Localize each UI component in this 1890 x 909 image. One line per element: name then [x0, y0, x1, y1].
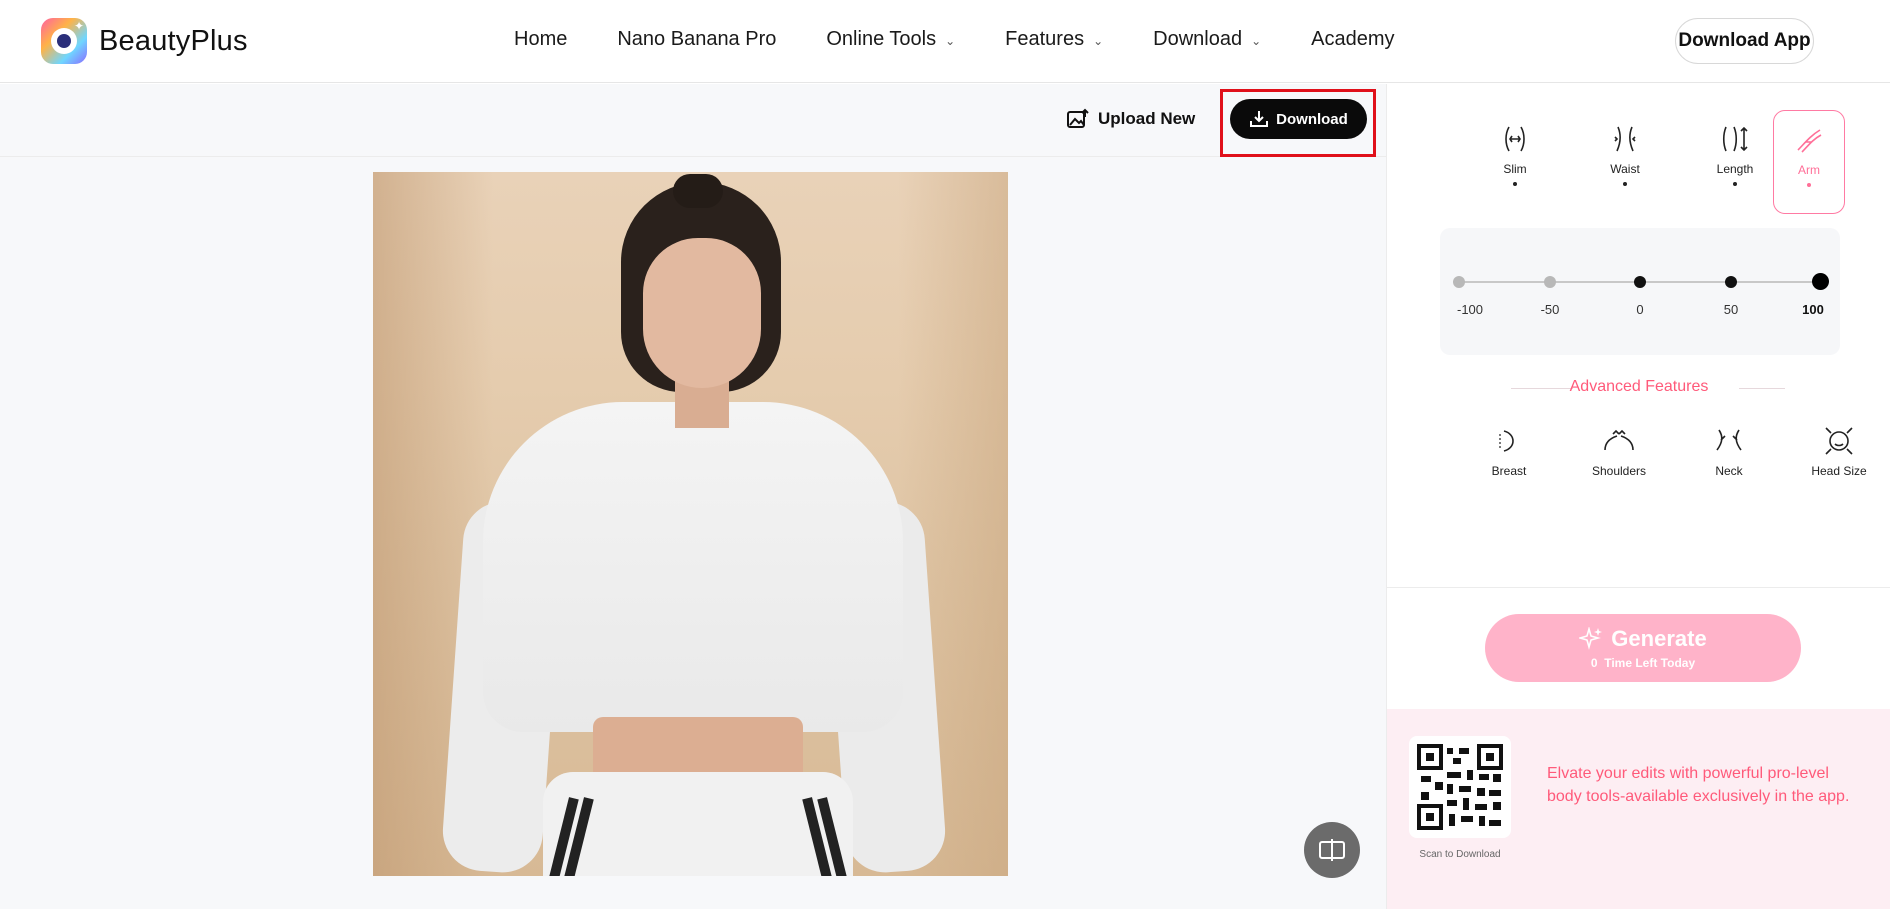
generate-remaining: 0 Time Left Today	[1590, 656, 1696, 670]
tool-length[interactable]: Length	[1699, 110, 1771, 214]
slider-handle[interactable]	[1812, 273, 1829, 290]
slider-stop[interactable]	[1544, 276, 1556, 288]
nav-academy[interactable]: Academy	[1311, 28, 1394, 51]
main-nav: Home Nano Banana Pro Online Tools ⌄ Featu…	[514, 28, 1445, 51]
upload-image-icon	[1067, 108, 1089, 128]
qr-code	[1409, 736, 1511, 838]
tool-arm[interactable]: Arm	[1773, 110, 1845, 214]
editor-toolbar: Upload New Download	[0, 84, 1386, 157]
shoulders-icon	[1604, 429, 1634, 451]
adv-shoulders[interactable]: Shoulders	[1569, 424, 1669, 478]
nav-download[interactable]: Download ⌄	[1153, 28, 1261, 51]
upload-new-button[interactable]: Upload New	[1066, 108, 1195, 130]
arm-icon	[1797, 129, 1822, 153]
slider-stop[interactable]	[1725, 276, 1737, 288]
editor-canvas-area: Upload New Download	[0, 84, 1386, 909]
slider-label: 100	[1802, 302, 1824, 317]
promo-text: Elvate your edits with powerful pro-leve…	[1547, 765, 1850, 805]
beautyplus-logo-icon: ✦	[41, 18, 87, 64]
download-app-button[interactable]: Download App	[1675, 18, 1814, 64]
download-button[interactable]: Download	[1230, 99, 1367, 139]
edited-photo	[373, 172, 1008, 876]
qr-caption: Scan to Download	[1419, 849, 1501, 860]
body-tools-row: Slim Waist Length Arm	[1387, 110, 1890, 215]
tool-slim[interactable]: Slim	[1479, 110, 1551, 214]
slider-label: 50	[1723, 302, 1739, 317]
chevron-down-icon: ⌄	[945, 33, 956, 48]
app-promo-banner: Scan to Download Elvate your edits with …	[1387, 709, 1890, 909]
slider-label: 0	[1636, 302, 1644, 317]
compare-icon	[1319, 839, 1345, 861]
download-icon	[1250, 111, 1269, 127]
qr-code-icon	[1417, 744, 1503, 830]
slider-stop[interactable]	[1453, 276, 1465, 288]
adv-head-size[interactable]: Head Size	[1789, 424, 1889, 478]
chevron-down-icon: ⌄	[1251, 33, 1262, 48]
sparkle-icon	[1579, 627, 1603, 650]
intensity-slider[interactable]: -100 -50 0 50 100	[1440, 228, 1840, 355]
beautyplus-logo[interactable]: ✦ BeautyPlus	[41, 18, 248, 64]
nav-home[interactable]: Home	[514, 28, 567, 51]
compare-button[interactable]	[1304, 822, 1360, 878]
length-icon	[1722, 126, 1748, 152]
tool-waist[interactable]: Waist	[1589, 110, 1661, 214]
adjustment-panel: Slim Waist Length Arm -100 -50 0 50 100	[1386, 84, 1890, 909]
slider-stop[interactable]	[1634, 276, 1646, 288]
head-size-icon	[1825, 427, 1853, 455]
adv-neck[interactable]: Neck	[1679, 424, 1779, 478]
nav-features[interactable]: Features ⌄	[1005, 28, 1103, 51]
nav-online-tools[interactable]: Online Tools ⌄	[826, 28, 955, 51]
top-header: ✦ BeautyPlus Home Nano Banana Pro Online…	[0, 0, 1890, 83]
advanced-features-title: Advanced Features	[1569, 378, 1709, 395]
adv-breast[interactable]: Breast	[1459, 424, 1559, 478]
slider-label: -100	[1456, 302, 1484, 317]
breast-icon	[1499, 430, 1514, 452]
waist-icon	[1614, 126, 1636, 152]
slim-body-icon	[1505, 126, 1525, 152]
generate-button[interactable]: Generate 0 Time Left Today	[1485, 614, 1801, 682]
chevron-down-icon: ⌄	[1093, 33, 1104, 48]
nav-nano-banana-pro[interactable]: Nano Banana Pro	[617, 28, 776, 51]
slider-label: -50	[1540, 302, 1560, 317]
neck-icon	[1716, 429, 1742, 451]
advanced-features-row: Breast Shoulders Neck Head Size	[1387, 424, 1890, 494]
app-name: BeautyPlus	[99, 24, 248, 57]
